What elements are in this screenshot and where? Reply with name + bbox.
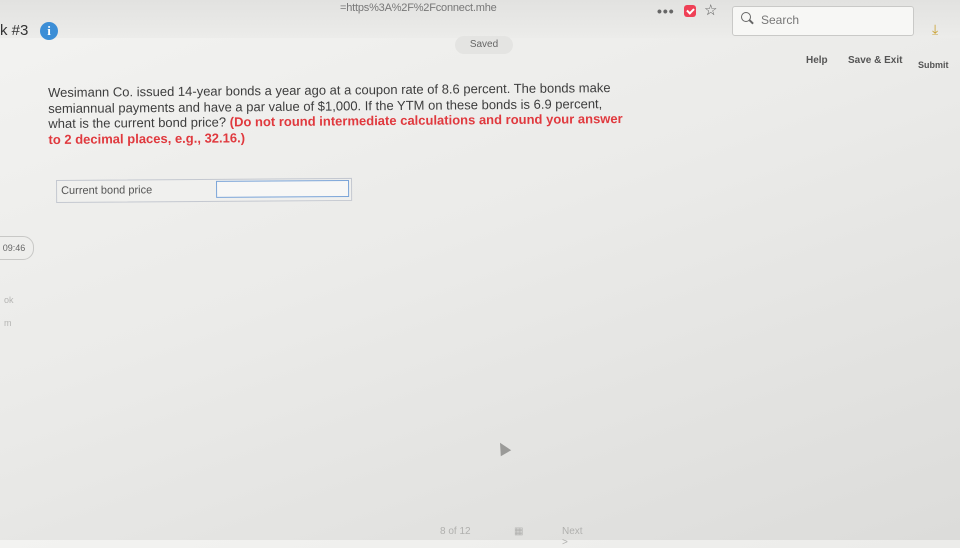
- mouse-cursor-icon: [494, 439, 512, 457]
- bookmark-star-icon[interactable]: ☆: [704, 1, 717, 19]
- save-exit-button[interactable]: Save & Exit: [848, 55, 902, 66]
- browser-toolbar: =https%3A%2F%2Fconnect.mhe ••• ☆ Search …: [0, 0, 960, 38]
- browser-search-box[interactable]: Search: [732, 6, 914, 36]
- search-placeholder: Search: [761, 13, 800, 27]
- help-button[interactable]: Help: [806, 55, 828, 66]
- info-icon[interactable]: i: [40, 22, 58, 40]
- submit-button[interactable]: Submit: [918, 60, 949, 70]
- next-button[interactable]: Next >: [562, 526, 583, 548]
- sidebar-item: m: [4, 318, 12, 328]
- url-bar[interactable]: =https%3A%2F%2Fconnect.mhe: [340, 2, 497, 14]
- question-number: k #3: [0, 22, 29, 39]
- search-icon: [741, 12, 751, 22]
- grid-icon[interactable]: ▦: [514, 526, 523, 537]
- overflow-menu-button[interactable]: •••: [657, 3, 675, 19]
- current-bond-price-input[interactable]: [216, 179, 350, 198]
- answer-label: Current bond price: [61, 184, 153, 197]
- answer-row: Current bond price: [56, 177, 353, 203]
- sidebar-item: ok: [4, 295, 14, 305]
- timer-badge: 09:46: [0, 236, 34, 260]
- saved-status-badge: Saved: [455, 36, 513, 54]
- question-text: Wesimann Co. issued 14-year bonds a year…: [48, 80, 629, 147]
- pocket-icon[interactable]: [684, 5, 696, 17]
- page-indicator: 8 of 12: [440, 526, 471, 537]
- download-icon[interactable]: ⤓: [932, 21, 938, 38]
- pagination: 8 of 12 ▦ Next >: [440, 526, 583, 548]
